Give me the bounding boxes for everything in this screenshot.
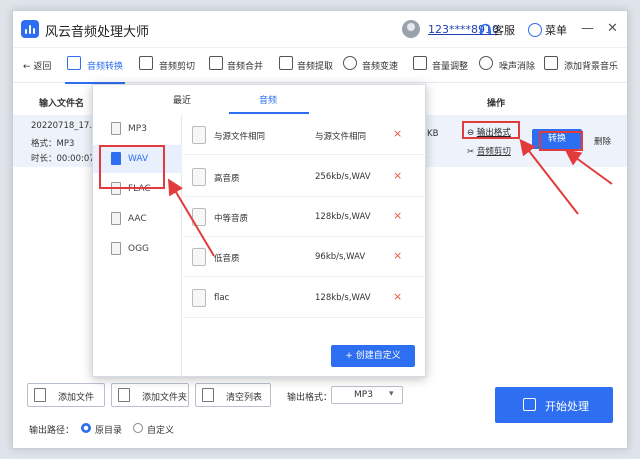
arrow-to-wav: [167, 178, 215, 257]
arrow-to-convert: [564, 149, 613, 185]
annotation-arrows: [167, 138, 613, 257]
